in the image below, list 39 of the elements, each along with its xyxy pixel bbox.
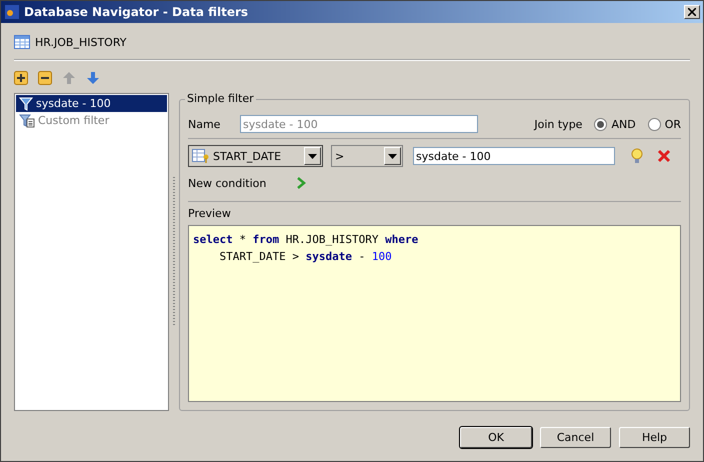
sql-preview[interactable]: select * from HR.JOB_HISTORY where START_DATE > sysdate - 100	[188, 225, 681, 402]
app-icon	[4, 4, 20, 20]
join-radio[interactable]: AND	[594, 118, 636, 130]
join-type-label: Join type	[534, 118, 582, 130]
preview-label: Preview	[188, 207, 232, 220]
add-icon[interactable]	[14, 71, 28, 85]
radio-label: AND	[611, 118, 636, 130]
radio-label: OR	[664, 118, 681, 130]
lightbulb-icon[interactable]	[631, 148, 643, 164]
chevron-right-icon[interactable]	[296, 177, 306, 189]
delete-icon[interactable]	[657, 149, 671, 163]
code-line: START_DATE > sysdate - 100	[218, 249, 393, 265]
column-key-icon	[192, 148, 210, 164]
object-name: HR.JOB_HISTORY	[35, 36, 127, 48]
new-condition-label: New condition	[188, 176, 266, 190]
dialog-button[interactable]: Help	[619, 427, 690, 448]
arrow-down-icon[interactable]	[86, 71, 100, 85]
group-title: Simple filter	[185, 92, 256, 105]
dialog-button[interactable]: Cancel	[540, 427, 611, 448]
name-label: Name	[188, 118, 222, 130]
caret-icon	[308, 154, 317, 158]
filter-item[interactable]: sysdate - 100	[16, 95, 168, 112]
code-line: select * from HR.JOB_HISTORY where	[193, 232, 420, 248]
close-icon	[688, 8, 696, 16]
funnel-icon	[19, 96, 33, 110]
dialog-button[interactable]: OK	[460, 427, 532, 448]
caret-icon	[388, 154, 397, 158]
filter-item[interactable]: Custom filter	[16, 112, 168, 129]
operator-dropdown[interactable]: >	[331, 145, 403, 167]
value-field[interactable]: sysdate - 100	[413, 147, 615, 165]
table-icon	[14, 35, 30, 49]
join-radio[interactable]: OR	[648, 118, 681, 130]
close-button[interactable]	[684, 5, 700, 19]
splitter-handle[interactable]	[173, 177, 176, 327]
window-title: Database Navigator - Data filters	[24, 5, 250, 19]
column-dropdown[interactable]: START_DATE	[188, 145, 323, 167]
name-field[interactable]: sysdate - 100	[240, 115, 478, 133]
remove-icon[interactable]	[38, 71, 52, 85]
funnel-document-icon	[19, 114, 35, 128]
